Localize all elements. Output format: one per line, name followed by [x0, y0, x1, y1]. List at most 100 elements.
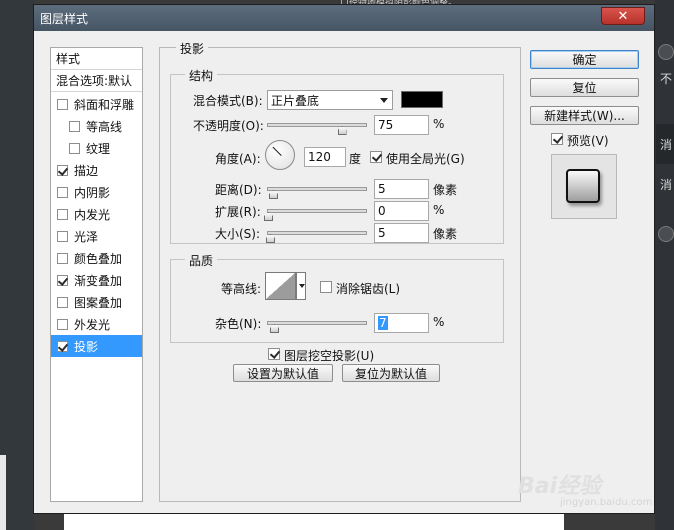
spread-unit: % [433, 203, 445, 217]
quality-group: 品质 等高线: 消除锯齿(L) 杂色(N): 7 % [170, 252, 504, 343]
opacity-unit: % [433, 117, 445, 131]
right-panel-label-3: 消 [660, 178, 673, 192]
layer-style-dialog: 图层样式 ✕ 样式 混合选项:默认 斜面和浮雕 等高线 纹理 描边 内阴影 内发… [33, 4, 655, 514]
angle-input[interactable]: 120 [304, 147, 346, 167]
knockout-checkbox[interactable] [268, 348, 280, 360]
satin-checkbox[interactable] [57, 230, 68, 242]
style-item-label: 外发光 [74, 317, 111, 332]
color-overlay-checkbox[interactable] [57, 252, 68, 264]
structure-group: 结构 混合模式(B): 正片叠底 不透明度(O): 75 % 角度(A): 12… [170, 67, 504, 244]
size-slider-handle[interactable] [266, 234, 275, 243]
style-item-label: 等高线 [86, 119, 123, 134]
structure-title: 结构 [185, 67, 218, 84]
size-input[interactable]: 5 [374, 223, 429, 243]
blend-mode-value: 正片叠底 [271, 93, 320, 108]
ok-button[interactable]: 确定 [530, 50, 639, 69]
global-light-checkbox[interactable] [370, 151, 382, 163]
distance-slider[interactable] [267, 187, 367, 191]
spread-label: 扩展(R): [215, 205, 261, 219]
right-panel-label-1: 不 [660, 72, 673, 86]
style-item-outer-glow[interactable]: 外发光 [51, 313, 142, 335]
style-item-pattern-overlay[interactable]: 图案叠加 [51, 291, 142, 313]
gradient-overlay-checkbox[interactable] [57, 274, 68, 286]
desktop-left-strip [0, 455, 6, 530]
style-item-inner-shadow[interactable]: 内阴影 [51, 181, 142, 203]
dialog-titlebar: 图层样式 ✕ [34, 5, 654, 31]
anti-alias-label: 消除锯齿(L) [336, 282, 401, 296]
noise-slider[interactable] [267, 321, 367, 325]
blend-mode-label: 混合模式(B): [193, 94, 263, 108]
spread-slider[interactable] [267, 209, 367, 213]
style-item-bevel-emboss[interactable]: 斜面和浮雕 [51, 93, 142, 115]
style-preview-swatch [566, 169, 600, 203]
noise-label: 杂色(N): [215, 317, 262, 331]
contour-label: 等高线: [221, 282, 262, 296]
noise-value: 7 [378, 316, 388, 330]
preview-checkbox[interactable] [551, 133, 563, 145]
stroke-checkbox[interactable] [57, 164, 68, 176]
distance-label: 距离(D): [215, 183, 262, 197]
style-item-drop-shadow[interactable]: 投影 [51, 335, 142, 357]
angle-dial-hand [272, 146, 282, 156]
pattern-overlay-checkbox[interactable] [57, 296, 68, 308]
texture-checkbox[interactable] [69, 142, 80, 154]
style-item-contour[interactable]: 等高线 [51, 115, 142, 137]
opacity-slider-handle[interactable] [337, 126, 347, 135]
close-button[interactable]: ✕ [601, 7, 645, 25]
angle-unit: 度 [349, 152, 362, 166]
style-item-stroke[interactable]: 描边 [51, 159, 142, 181]
anti-alias-checkbox[interactable] [320, 281, 332, 293]
style-item-label: 内阴影 [74, 185, 111, 200]
chevron-down-icon [380, 98, 388, 103]
angle-dial[interactable] [265, 140, 295, 170]
contour-dropdown[interactable] [296, 272, 306, 300]
angle-value: 120 [308, 150, 331, 164]
style-item-texture[interactable]: 纹理 [51, 137, 142, 159]
spread-value: 0 [378, 204, 386, 218]
noise-input[interactable]: 7 [374, 313, 429, 333]
inner-glow-checkbox[interactable] [57, 208, 68, 220]
style-item-label: 光泽 [74, 229, 99, 244]
dialog-title: 图层样式 [40, 12, 89, 26]
drop-shadow-checkbox[interactable] [57, 340, 68, 352]
opacity-input[interactable]: 75 [374, 115, 429, 135]
outer-glow-checkbox[interactable] [57, 318, 68, 330]
inner-shadow-checkbox[interactable] [57, 186, 68, 198]
baidu-watermark-url: jingyan.baidu.com [560, 497, 653, 508]
distance-slider-handle[interactable] [269, 190, 278, 199]
distance-unit: 像素 [433, 183, 458, 197]
spread-input[interactable]: 0 [374, 201, 429, 221]
contour-checkbox[interactable] [69, 120, 80, 132]
contour-preview[interactable] [265, 272, 296, 300]
desktop-left-area [0, 0, 34, 530]
style-item-label: 纹理 [86, 141, 111, 156]
size-slider[interactable] [267, 231, 367, 235]
new-style-button[interactable]: 新建样式(W)... [530, 106, 639, 125]
distance-input[interactable]: 5 [374, 179, 429, 199]
make-default-button[interactable]: 设置为默认值 [233, 364, 333, 382]
style-item-satin[interactable]: 光泽 [51, 225, 142, 247]
spread-slider-handle[interactable] [264, 212, 273, 221]
bevel-emboss-checkbox[interactable] [57, 98, 68, 110]
style-item-label: 描边 [74, 163, 99, 178]
style-item-label: 颜色叠加 [74, 251, 123, 266]
noise-slider-handle[interactable] [270, 324, 279, 333]
blend-options-item[interactable]: 混合选项:默认 [51, 70, 142, 92]
distance-value: 5 [378, 182, 386, 196]
right-panel-label-2: 消 [660, 138, 673, 152]
right-panel-toggle-icon-2[interactable] [658, 226, 674, 242]
drop-shadow-panel: 投影 结构 混合模式(B): 正片叠底 不透明度(O): 75 % 角度(A):… [159, 40, 521, 502]
opacity-slider[interactable] [267, 123, 367, 127]
right-panel-toggle-icon[interactable] [658, 44, 674, 60]
preview-label: 预览(V) [567, 134, 609, 148]
reset-button[interactable]: 复位 [530, 78, 639, 97]
styles-header[interactable]: 样式 [51, 48, 142, 70]
style-item-gradient-overlay[interactable]: 渐变叠加 [51, 269, 142, 291]
blend-mode-select[interactable]: 正片叠底 [267, 90, 393, 110]
style-item-color-overlay[interactable]: 颜色叠加 [51, 247, 142, 269]
size-label: 大小(S): [215, 227, 261, 241]
style-item-inner-glow[interactable]: 内发光 [51, 203, 142, 225]
reset-default-button[interactable]: 复位为默认值 [342, 364, 440, 382]
style-item-label: 渐变叠加 [74, 273, 123, 288]
shadow-color-swatch[interactable] [401, 91, 443, 108]
